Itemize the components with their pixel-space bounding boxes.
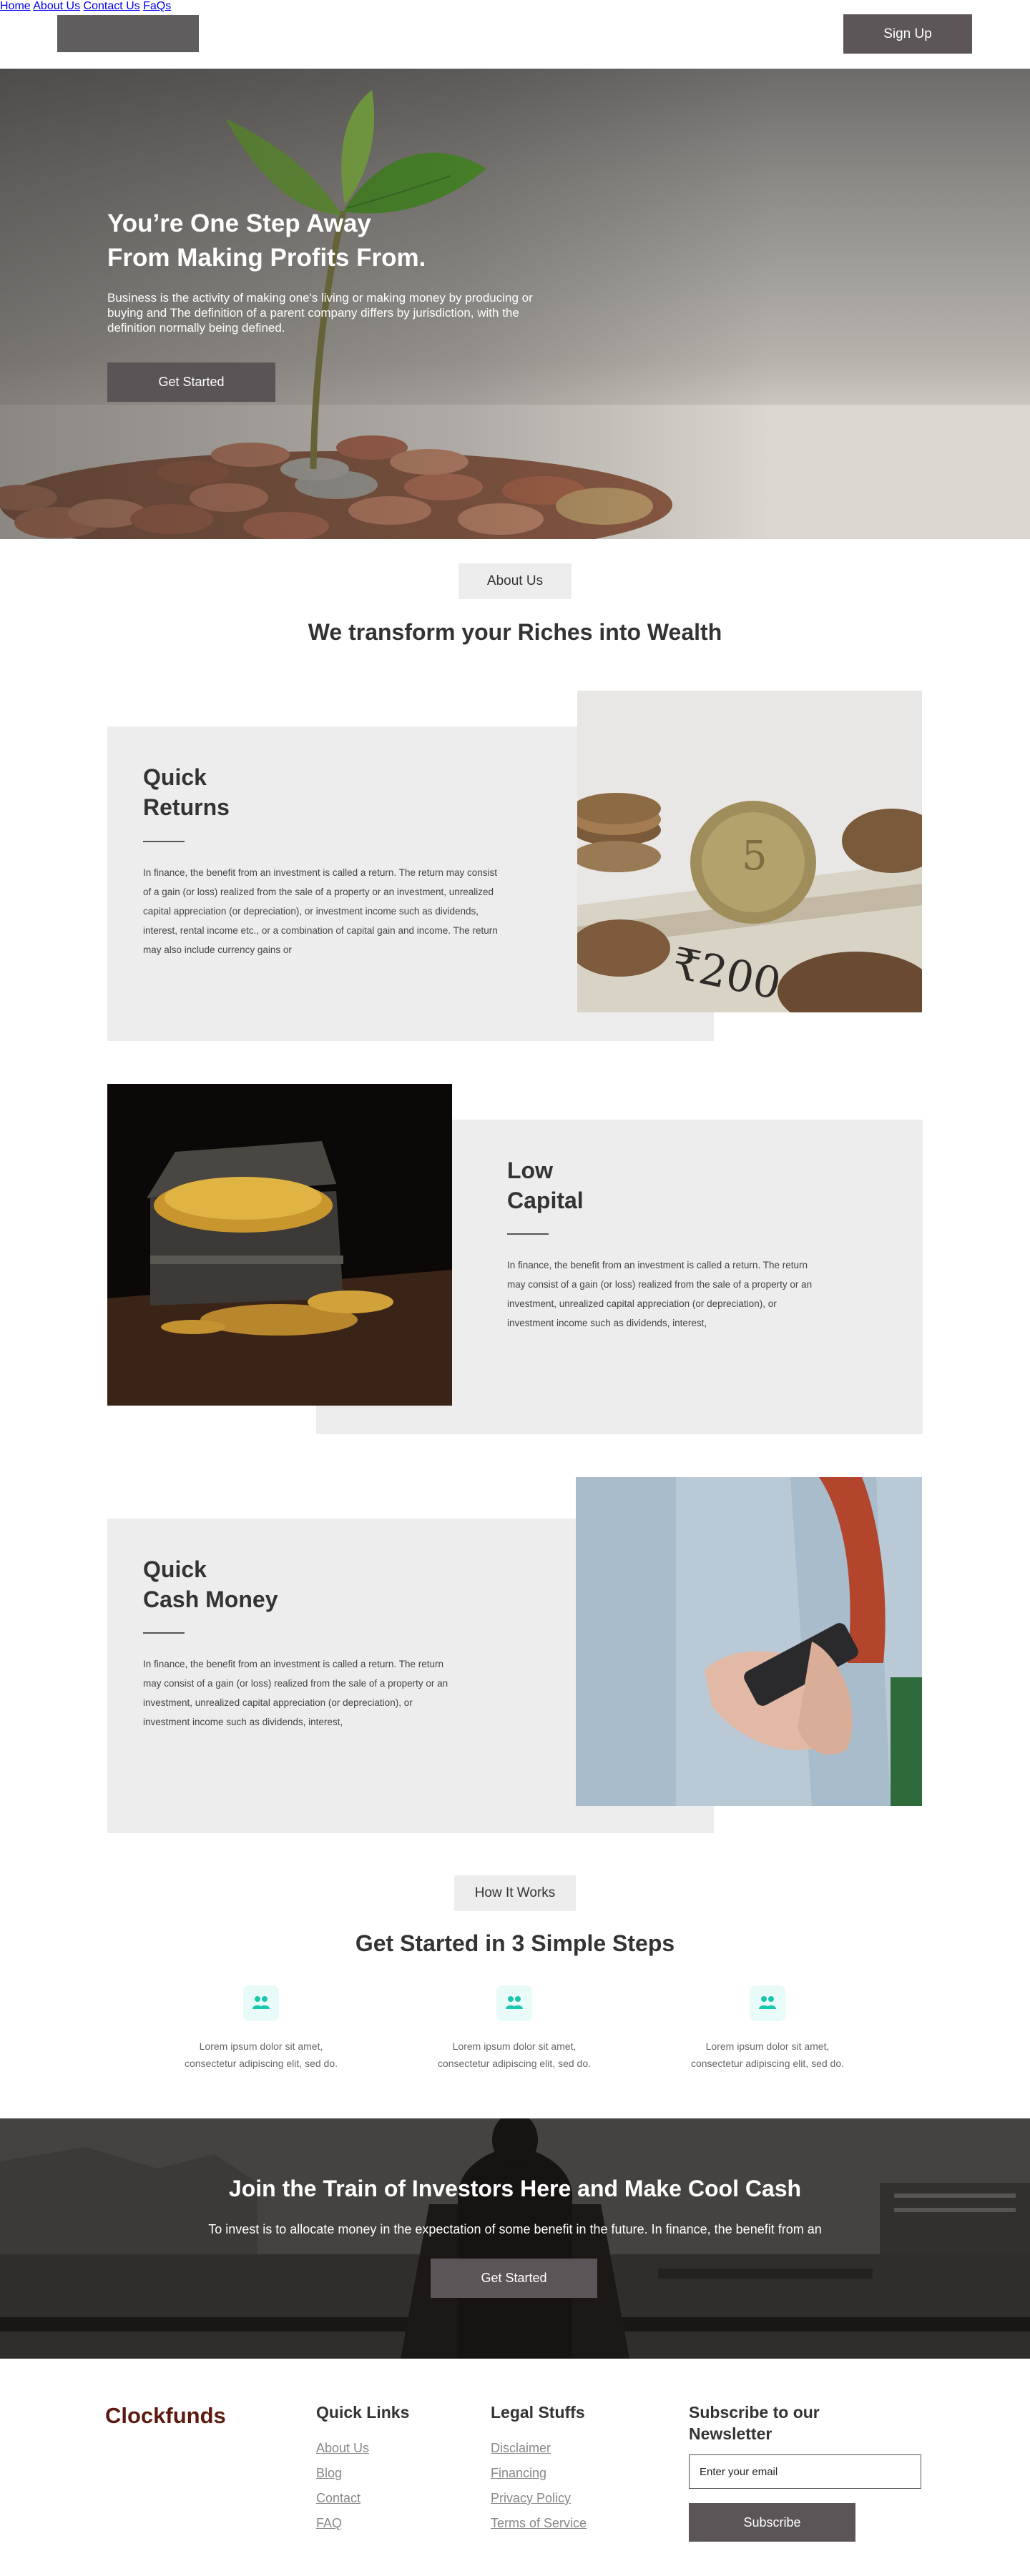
nav-contact-link[interactable]: Contact Us bbox=[84, 0, 140, 12]
step-1-line1: Lorem ipsum dolor sit amet, bbox=[199, 2040, 323, 2052]
quick-cash-title-line2: Cash Money bbox=[143, 1586, 278, 1612]
footer-link-faq[interactable]: FAQ bbox=[316, 2516, 342, 2531]
nav-about-link[interactable]: About Us bbox=[33, 0, 80, 12]
steps-section-title: Get Started in 3 Simple Steps bbox=[355, 1930, 675, 1956]
cta-text: To invest is to allocate money in the ex… bbox=[208, 2222, 822, 2236]
footer-link-disclaimer[interactable]: Disclaimer bbox=[491, 2441, 551, 2456]
step-3-text: Lorem ipsum dolor sit amet, consectetur … bbox=[675, 2038, 860, 2072]
step-1-line2: consectetur adipiscing elit, sed do. bbox=[184, 2058, 338, 2069]
newsletter-heading-line1: Subscribe to our bbox=[689, 2403, 820, 2422]
svg-text:5: 5 bbox=[742, 833, 767, 879]
step-1-text: Lorem ipsum dolor sit amet, consectetur … bbox=[168, 2038, 354, 2072]
investors-cta-section: Join the Train of Investors Here and Mak… bbox=[0, 2118, 1030, 2359]
footer-brand[interactable]: Clockfunds bbox=[105, 2403, 226, 2429]
footer-link-blog[interactable]: Blog bbox=[316, 2466, 342, 2481]
step-2-line2: consectetur adipiscing elit, sed do. bbox=[437, 2058, 591, 2069]
low-capital-text: In finance, the benefit from an investme… bbox=[507, 1260, 813, 1328]
people-group-icon-svg bbox=[759, 1996, 776, 2009]
newsletter-heading: Subscribe to our Newsletter bbox=[689, 2402, 820, 2444]
hero-get-started-button[interactable]: Get Started bbox=[107, 362, 275, 402]
cta-get-started-button[interactable]: Get Started bbox=[431, 2259, 597, 2298]
hero-title-line2: From Making Profits From. bbox=[107, 244, 426, 272]
footer-link-about-us[interactable]: About Us bbox=[316, 2441, 369, 2456]
people-group-icon-svg bbox=[252, 1996, 270, 2009]
sign-up-button[interactable]: Sign Up bbox=[843, 14, 972, 54]
quick-cash-title-line1: Quick bbox=[143, 1556, 207, 1582]
footer-link-privacy-policy[interactable]: Privacy Policy bbox=[491, 2491, 571, 2506]
people-group-icon bbox=[750, 1985, 785, 2021]
quick-returns-title-line2: Returns bbox=[143, 794, 230, 820]
hero-description: Business is the activity of making one's… bbox=[107, 291, 533, 335]
rupee-coins-graphic: ₹200 5 bbox=[577, 691, 922, 1012]
legal-heading: Legal Stuffs bbox=[491, 2403, 585, 2422]
hero-title-line1: You’re One Step Away bbox=[107, 209, 371, 237]
rupee-coins-photo: ₹200 5 bbox=[577, 691, 922, 1012]
hero-section: You’re One Step Away From Making Profits… bbox=[0, 69, 1030, 539]
step-3-line1: Lorem ipsum dolor sit amet, bbox=[705, 2040, 830, 2052]
city-waterfront-image bbox=[0, 2118, 1030, 2359]
footer-link-terms[interactable]: Terms of Service bbox=[491, 2516, 587, 2531]
quick-returns-title-line1: Quick bbox=[143, 764, 207, 790]
newsletter-email-input[interactable] bbox=[689, 2454, 921, 2489]
phone-hand-graphic bbox=[576, 1477, 922, 1806]
step-2-line1: Lorem ipsum dolor sit amet, bbox=[452, 2040, 577, 2052]
quick-returns-title: Quick Returns bbox=[143, 762, 230, 822]
subscribe-button[interactable]: Subscribe bbox=[689, 2503, 855, 2542]
newsletter-heading-line2: Newsletter bbox=[689, 2424, 772, 2443]
low-capital-title-line1: Low bbox=[507, 1158, 553, 1183]
about-us-label: About Us bbox=[458, 563, 572, 599]
treasure-chest-graphic bbox=[107, 1084, 452, 1406]
step-3-line2: consectetur adipiscing elit, sed do. bbox=[690, 2058, 844, 2069]
nav-faqs-link[interactable]: FaQs bbox=[143, 0, 171, 12]
treasure-chest-photo bbox=[107, 1084, 452, 1406]
people-group-icon bbox=[496, 1985, 532, 2021]
card-divider bbox=[143, 1632, 185, 1634]
step-2-text: Lorem ipsum dolor sit amet, consectetur … bbox=[421, 2038, 607, 2072]
footer-link-contact[interactable]: Contact bbox=[316, 2491, 360, 2506]
quick-cash-title: Quick Cash Money bbox=[143, 1554, 278, 1614]
low-capital-title: Low Capital bbox=[507, 1155, 584, 1215]
about-section-title: We transform your Riches into Wealth bbox=[308, 619, 722, 645]
logo-placeholder[interactable] bbox=[57, 15, 199, 52]
quick-links-heading: Quick Links bbox=[316, 2403, 410, 2422]
card-divider bbox=[507, 1233, 549, 1235]
low-capital-title-line2: Capital bbox=[507, 1188, 584, 1213]
site-header: Home About Us Contact Us FaQs Sign Up bbox=[0, 0, 1030, 69]
quick-returns-text: In finance, the benefit from an investme… bbox=[143, 867, 498, 955]
card-divider bbox=[143, 841, 185, 842]
people-group-icon bbox=[243, 1985, 279, 2021]
people-group-icon-svg bbox=[506, 1996, 523, 2009]
footer-link-financing[interactable]: Financing bbox=[491, 2466, 546, 2481]
cta-title: Join the Train of Investors Here and Mak… bbox=[228, 2176, 802, 2201]
how-it-works-label: How It Works bbox=[454, 1875, 576, 1911]
quick-cash-text: In finance, the benefit from an investme… bbox=[143, 1659, 448, 1727]
nav-home-link[interactable]: Home bbox=[0, 0, 31, 12]
hero-title: You’re One Step Away From Making Profits… bbox=[107, 207, 608, 275]
phone-hand-photo bbox=[576, 1477, 922, 1806]
